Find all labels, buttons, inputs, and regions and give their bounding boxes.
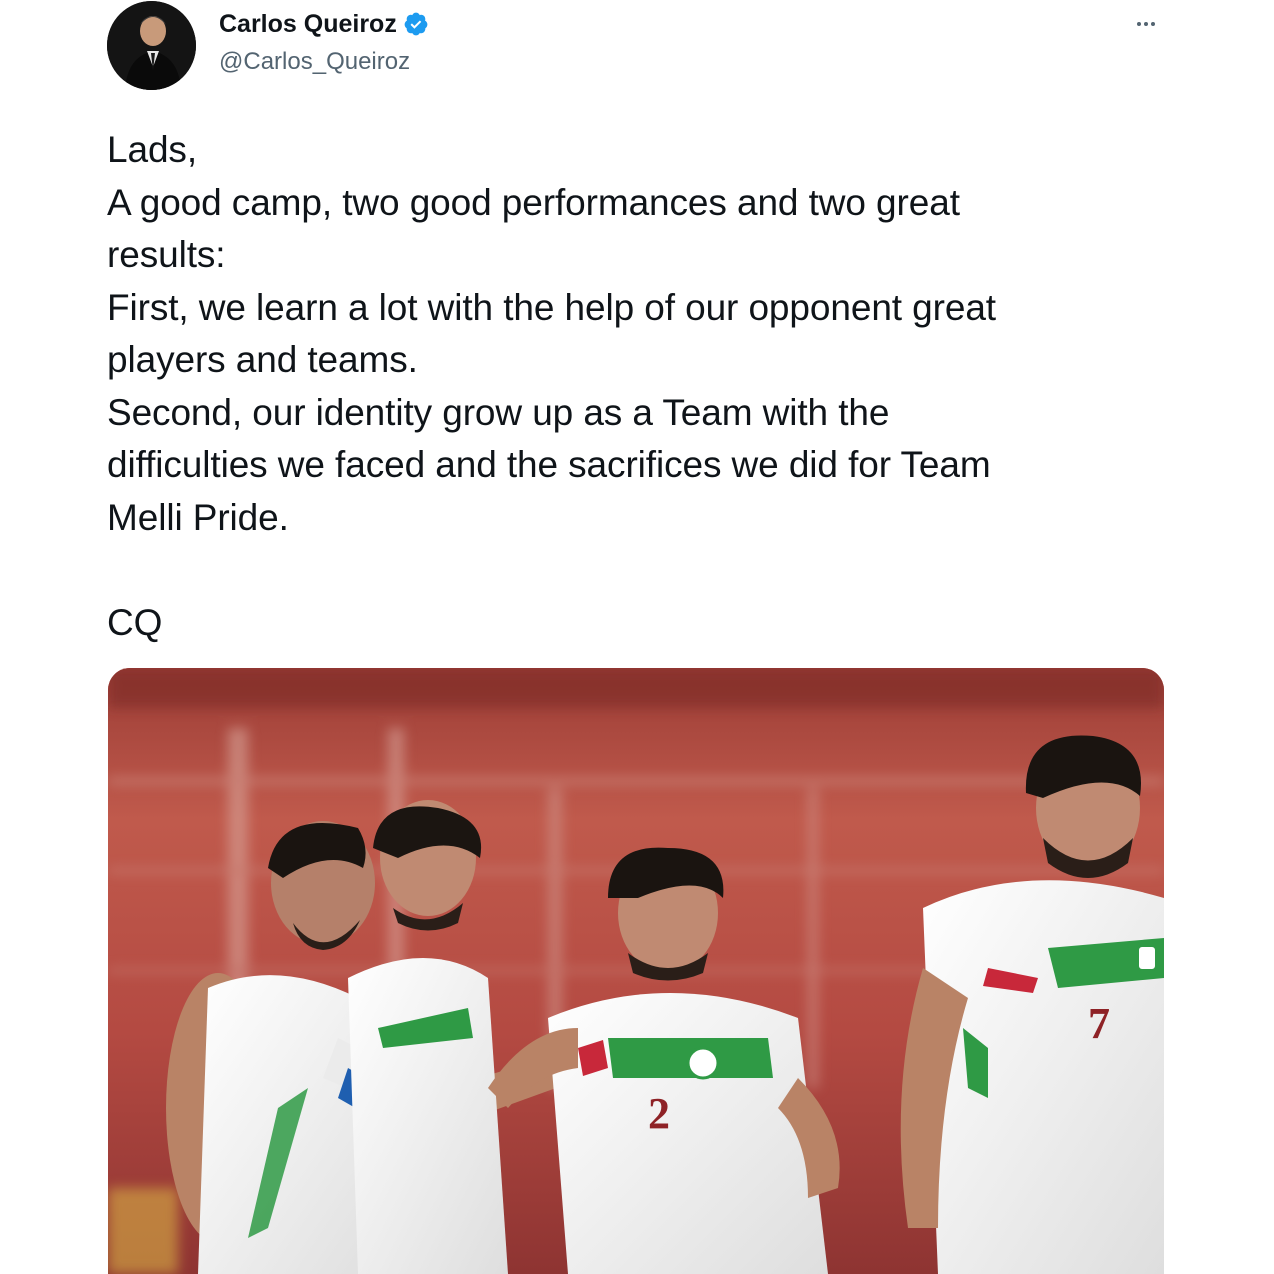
tweet-text: Lads, A good camp, two good performances…	[107, 124, 1187, 649]
tweet-photo[interactable]: 2 7	[108, 668, 1164, 1274]
avatar-image	[107, 1, 196, 90]
tweet-line: Second, our identity grow up as a Team w…	[107, 391, 890, 433]
author-handle[interactable]: @Carlos_Queiroz	[219, 47, 410, 77]
tweet-line: Melli Pride.	[107, 496, 289, 538]
jersey-number: 2	[648, 1089, 670, 1138]
author-name[interactable]: Carlos Queiroz	[219, 9, 397, 39]
tweet-line: A good camp, two good performances and t…	[107, 181, 960, 223]
tweet-line: players and teams.	[107, 339, 418, 380]
jersey-number: 7	[1088, 999, 1110, 1048]
verified-badge-icon	[404, 12, 428, 36]
more-options-icon[interactable]	[1128, 12, 1164, 36]
tweet-line: results:	[107, 234, 226, 275]
tweet-line: Lads,	[107, 129, 198, 170]
tweet-line: First, we learn a lot with the help of o…	[107, 286, 996, 328]
tweet-line: difficulties we faced and the sacrifices…	[107, 444, 991, 485]
author-avatar[interactable]	[107, 1, 196, 90]
team-photo-illustration: 2 7	[108, 668, 1164, 1274]
tweet-signature: CQ	[107, 601, 163, 643]
author-name-row[interactable]: Carlos Queiroz	[219, 9, 429, 39]
